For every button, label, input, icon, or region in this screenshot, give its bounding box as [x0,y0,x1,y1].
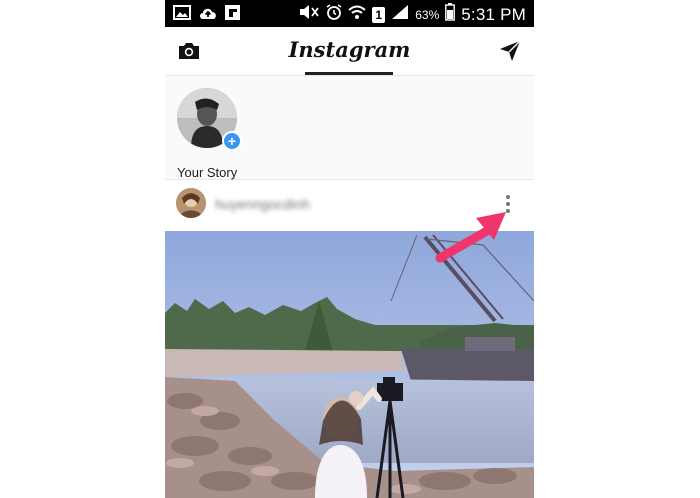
more-vertical-icon[interactable] [501,192,515,216]
story-item-your-story[interactable]: + Your Story [177,88,242,180]
menu-dot [506,195,510,199]
post-header: huyenngocdinh [165,180,534,231]
wifi-icon [348,4,366,25]
app-bar: Instagram [165,27,534,76]
app-title: Instagram [288,37,411,62]
title-underline [305,72,393,75]
menu-dot [506,209,510,213]
direct-message-icon[interactable] [498,39,522,63]
clock: 5:31 PM [461,4,526,24]
post-photo[interactable] [165,231,534,498]
status-bar-right: 1 63% 5:31 PM [298,3,526,26]
phone-screen: 1 63% 5:31 PM Instagram + Your Story huy… [165,0,534,498]
alarm-icon [326,4,342,25]
mute-icon [298,4,320,25]
menu-dot [506,202,510,206]
stories-tray: + Your Story [165,76,534,180]
status-bar-left [173,5,240,25]
story-label: Your Story [177,165,238,180]
add-icon[interactable]: + [222,131,242,151]
battery-icon [445,3,456,26]
post-avatar[interactable] [176,188,206,218]
sim-icon: 1 [372,6,386,23]
post-username[interactable]: huyenngocdinh [215,196,310,212]
signal-icon [391,4,409,25]
flipboard-icon [225,5,240,25]
status-bar: 1 63% 5:31 PM [165,0,534,27]
cloud-upload-icon [198,5,218,25]
image-icon [173,5,191,25]
battery-percent: 63% [415,7,440,22]
